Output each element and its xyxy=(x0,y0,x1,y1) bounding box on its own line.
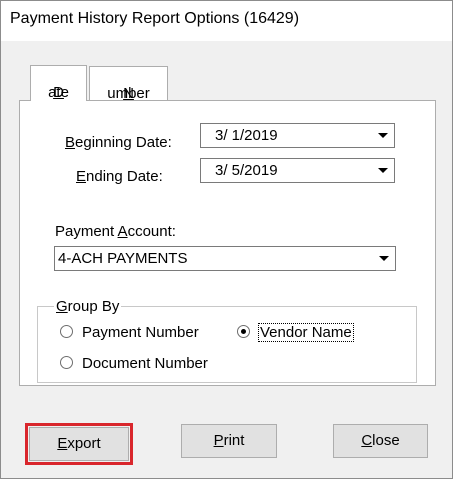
radio-icon xyxy=(60,356,73,369)
window-title: Payment History Report Options (16429) xyxy=(10,10,300,27)
beginning-date-access-key: B xyxy=(65,134,76,151)
group-by-access-key: G xyxy=(56,298,68,315)
payment-account-value: 4-ACH PAYMENTS xyxy=(58,250,188,267)
ending-date-label-text: nding Date: xyxy=(86,168,163,185)
ending-date-label: Ending Date: xyxy=(76,168,163,185)
print-access-key: P xyxy=(213,432,224,449)
tab-number[interactable]: Number xyxy=(89,66,168,102)
payment-account-access-key: A xyxy=(117,223,128,240)
print-label: rint xyxy=(223,432,245,449)
radio-document-number-label: Document Number xyxy=(82,355,208,372)
export-button[interactable]: Export xyxy=(29,427,129,461)
radio-document-number[interactable]: Document Number xyxy=(60,355,208,372)
export-label: xport xyxy=(67,435,101,452)
payment-account-select[interactable]: 4-ACH PAYMENTS xyxy=(54,246,396,271)
beginning-date-value: 3/ 1/2019 xyxy=(215,127,278,144)
beginning-date-label: Beginning Date: xyxy=(65,134,172,151)
radio-icon xyxy=(60,325,73,338)
radio-vendor-name[interactable]: Vendor Name xyxy=(237,323,354,342)
title-bar[interactable]: Payment History Report Options (16429) xyxy=(1,1,452,41)
tab-date-label: ate xyxy=(48,84,69,101)
radio-selected-icon xyxy=(237,325,250,338)
ending-date-field[interactable]: 3/ 5/2019 xyxy=(200,158,395,183)
export-access-key: E xyxy=(57,435,68,452)
ending-date-value: 3/ 5/2019 xyxy=(215,162,278,179)
report-options-dialog: Payment History Report Options (16429) D… xyxy=(0,0,453,479)
radio-vendor-name-label: Vendor Name xyxy=(258,323,354,342)
payment-account-label-pre: Payment xyxy=(55,223,118,240)
close-label: lose xyxy=(372,432,400,449)
chevron-down-icon[interactable] xyxy=(374,126,392,145)
close-button[interactable]: Close xyxy=(333,424,428,458)
print-button[interactable]: Print xyxy=(181,424,277,458)
tab-date[interactable]: Date xyxy=(30,65,87,101)
chevron-down-icon[interactable] xyxy=(374,161,392,180)
radio-payment-number[interactable]: Payment Number xyxy=(60,324,199,341)
group-by-legend-text: roup By xyxy=(67,298,120,315)
close-access-key: C xyxy=(361,432,373,449)
payment-account-label-post: ccount: xyxy=(127,223,176,240)
chevron-down-icon[interactable] xyxy=(375,249,393,268)
beginning-date-label-text: eginning Date: xyxy=(75,134,172,151)
beginning-date-field[interactable]: 3/ 1/2019 xyxy=(200,123,395,148)
group-by-legend: Group By xyxy=(54,298,122,315)
payment-account-label: Payment Account: xyxy=(55,223,176,240)
radio-payment-number-label: Payment Number xyxy=(82,324,199,341)
ending-date-access-key: E xyxy=(76,168,87,185)
